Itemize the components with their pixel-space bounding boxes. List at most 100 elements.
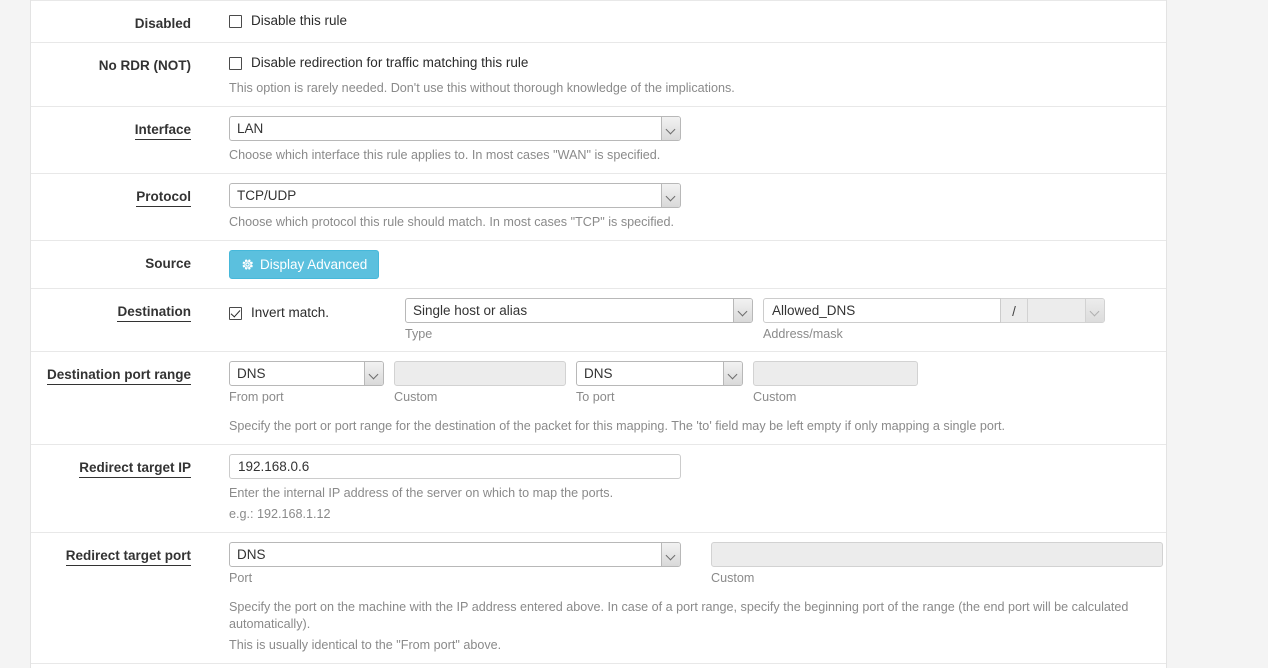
label-destination-text: Destination [117,303,191,322]
redirect-target-port-help-line2: This is usually identical to the "From p… [229,638,502,652]
destination-type-col: Single host or alias Type [405,298,753,342]
label-protocol-text: Protocol [136,188,191,207]
nat-rule-form-panel: Disabled Disable this rule No RDR (NOT) … [30,0,1167,668]
label-disabled-text: Disabled [134,16,191,31]
label-protocol: Protocol [31,183,207,207]
field-no-rdr: Disable redirection for traffic matching… [207,52,1166,97]
field-redirect-target-ip: Enter the internal IP address of the ser… [207,454,1166,523]
from-port-sublabel: From port [229,390,284,404]
chevron-down-icon[interactable] [661,117,680,140]
form-row-destination-port-range: Destination port range DNS From port Cus… [31,352,1166,445]
redirect-target-ip-help-line2: e.g.: 192.168.1.12 [229,507,331,521]
from-port-col: DNS From port [229,361,384,405]
destination-mask-select[interactable] [1027,298,1105,323]
form-row-source: Source Display Advanced [31,241,1166,289]
no-rdr-checkbox[interactable] [229,56,242,70]
field-redirect-target-port: DNS Port Custom Specify the port on the … [207,542,1166,654]
redirect-target-ip-help-line1: Enter the internal IP address of the ser… [229,486,614,500]
invert-match-col: Invert match. [229,298,405,324]
disable-rule-checkbox-row[interactable]: Disable this rule [229,10,1158,32]
to-port-select-value: DNS [584,366,613,381]
interface-select[interactable]: LAN [229,116,681,141]
destination-mask-wrap [1027,298,1105,323]
protocol-select-value: TCP/UDP [237,188,297,203]
label-redirect-target-ip: Redirect target IP [31,454,207,478]
form-row-redirect-target-ip: Redirect target IP Enter the internal IP… [31,445,1166,533]
to-port-custom-sublabel: Custom [753,390,797,404]
redirect-target-ip-input[interactable] [229,454,681,479]
label-no-rdr-text: No RDR (NOT) [98,58,191,73]
redirect-target-port-help-line1: Specify the port on the machine with the… [229,600,1129,631]
redirect-target-port-custom-sublabel: Custom [711,571,755,585]
redirect-target-ip-wrap [229,454,681,479]
disable-rule-checkbox-label[interactable]: Disable this rule [251,12,347,30]
to-port-sublabel: To port [576,390,615,404]
label-interface-text: Interface [134,121,191,140]
interface-select-value: LAN [237,121,264,136]
display-advanced-button[interactable]: Display Advanced [229,250,380,279]
chevron-down-icon[interactable] [733,299,752,322]
field-protocol: TCP/UDP Choose which protocol this rule … [207,183,1166,231]
redirect-target-port-select[interactable]: DNS [229,542,681,567]
destination-address-wrap [763,298,1001,323]
form-row-destination: Destination Invert match. Single host or… [31,289,1166,352]
no-rdr-help-text: This option is rarely needed. Don't use … [229,81,735,95]
destination-port-columns: DNS From port Custom DNS To port Custom [229,361,1158,405]
gear-icon [241,258,254,271]
invert-match-checkbox[interactable] [229,306,242,320]
to-port-select[interactable]: DNS [576,361,743,386]
redirect-target-port-custom-input[interactable] [711,542,1163,567]
from-port-custom-input[interactable] [394,361,566,386]
label-destination: Destination [31,298,207,322]
destination-columns: Invert match. Single host or alias Type [229,298,1158,342]
destination-address-input[interactable] [763,298,1001,323]
chevron-down-icon[interactable] [661,543,680,566]
destination-mask-separator: / [1001,298,1027,323]
field-source: Display Advanced [207,250,1166,279]
destination-address-col: / Address/mask [763,298,1105,342]
destination-type-select-value: Single host or alias [413,303,528,318]
label-no-rdr: No RDR (NOT) [31,52,207,75]
no-rdr-checkbox-label[interactable]: Disable redirection for traffic matching… [251,54,528,72]
form-row-interface: Interface LAN Choose which interface thi… [31,107,1166,174]
form-row-protocol: Protocol TCP/UDP Choose which protocol t… [31,174,1166,241]
label-redirect-target-ip-text: Redirect target IP [79,459,191,478]
form-row-no-rdr: No RDR (NOT) Disable redirection for tra… [31,43,1166,107]
field-destination-port-range: DNS From port Custom DNS To port Custom … [207,361,1166,435]
chevron-down-icon[interactable] [1085,299,1104,322]
redirect-target-port-select-value: DNS [237,547,266,562]
destination-address-group: / [763,298,1105,323]
to-port-custom-col: Custom [753,361,918,405]
to-port-col: DNS To port [576,361,743,405]
from-port-custom-sublabel: Custom [394,390,438,404]
chevron-down-icon[interactable] [364,362,383,385]
no-rdr-checkbox-row[interactable]: Disable redirection for traffic matching… [229,52,1158,74]
redirect-target-port-columns: DNS Port Custom [229,542,1163,586]
redirect-target-port-sublabel: Port [229,571,253,585]
label-disabled: Disabled [31,10,207,33]
from-port-select-value: DNS [237,366,266,381]
display-advanced-button-label: Display Advanced [260,257,368,272]
destination-type-sublabel: Type [405,327,433,341]
form-row-redirect-target-port: Redirect target port DNS Port Custom Spe… [31,533,1166,664]
label-redirect-target-port-text: Redirect target port [65,547,191,566]
to-port-custom-input[interactable] [753,361,918,386]
invert-match-checkbox-row[interactable]: Invert match. [229,302,405,324]
protocol-select[interactable]: TCP/UDP [229,183,681,208]
chevron-down-icon[interactable] [661,184,680,207]
from-port-select[interactable]: DNS [229,361,384,386]
redirect-target-port-custom-col: Custom [711,542,1163,586]
invert-match-checkbox-label[interactable]: Invert match. [251,304,329,322]
field-interface: LAN Choose which interface this rule app… [207,116,1166,164]
chevron-down-icon[interactable] [723,362,742,385]
disable-rule-checkbox[interactable] [229,14,242,28]
form-row-description: Description A description may be entered… [31,664,1166,668]
interface-help-text: Choose which interface this rule applies… [229,148,661,162]
destination-type-select[interactable]: Single host or alias [405,298,753,323]
form-row-disabled: Disabled Disable this rule [31,0,1166,43]
label-redirect-target-port: Redirect target port [31,542,207,566]
label-source-text: Source [145,256,191,271]
from-port-custom-col: Custom [394,361,566,405]
label-source: Source [31,250,207,273]
label-destination-port-range: Destination port range [31,361,207,385]
